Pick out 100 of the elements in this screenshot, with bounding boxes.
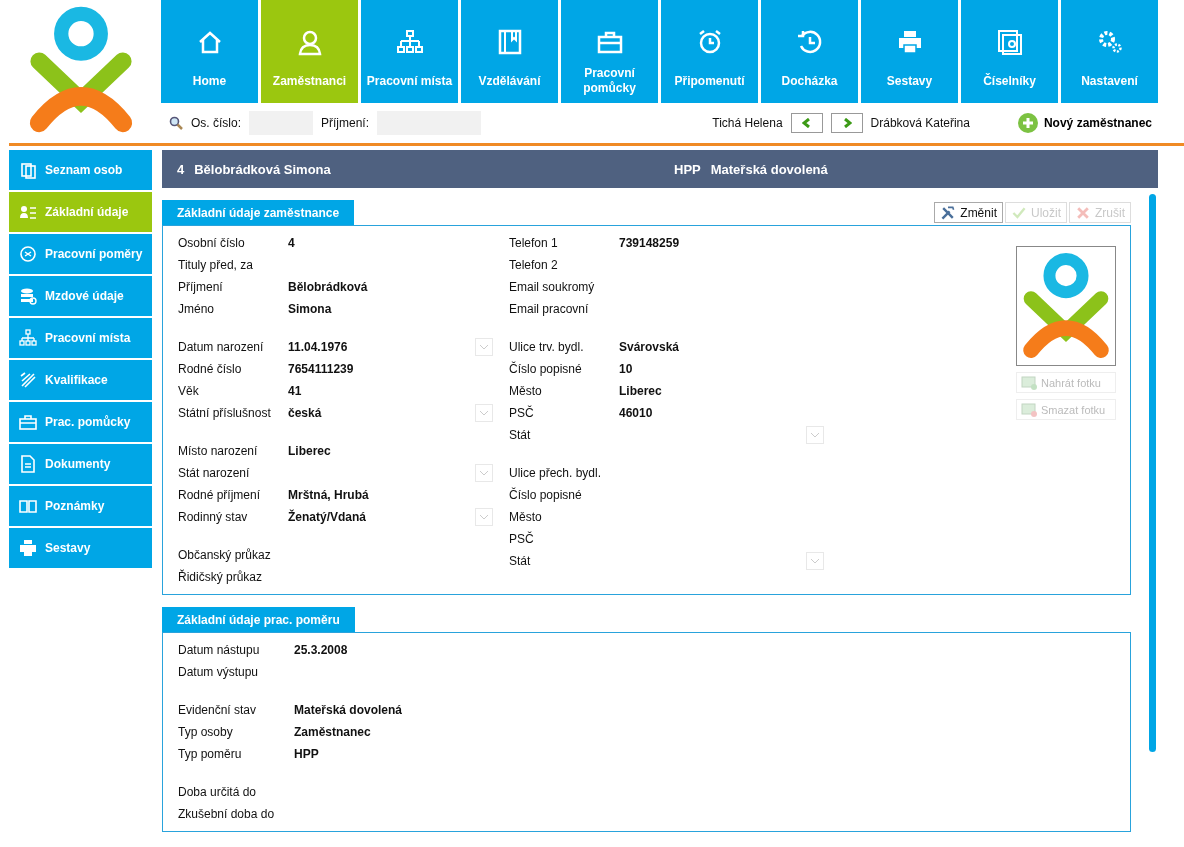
nav-tile[interactable]: Připomenutí: [661, 0, 758, 103]
field-label: Telefon 2: [509, 258, 559, 272]
field-value: 739148259: [619, 236, 680, 250]
field-value: Liberec: [288, 444, 331, 458]
dropdown-button[interactable]: [475, 404, 493, 422]
field-label: Ulice trv. bydl.: [509, 340, 585, 354]
field-label: Rodné příjmení: [178, 488, 262, 502]
org-chart-icon: [395, 28, 424, 56]
dropdown-button[interactable]: [475, 464, 493, 482]
employee-number: 4: [177, 161, 185, 177]
sidebar-item[interactable]: Seznam osob: [9, 150, 152, 190]
field-value: Mateřská dovolená: [294, 703, 403, 717]
sidebar-item[interactable]: Kvalifikace: [9, 360, 152, 400]
field-label: Občanský průkaz: [178, 548, 272, 562]
field-value: 10: [619, 362, 633, 376]
sidebar-item[interactable]: Pracovní poměry: [9, 234, 152, 274]
search-label: Os. číslo:: [191, 116, 241, 130]
nav-tile[interactable]: Pracovní pomůcky: [561, 0, 658, 103]
scrollbar[interactable]: [1149, 194, 1156, 752]
field-label: Zkušební doba do: [178, 807, 276, 821]
field-value: 46010: [619, 406, 653, 420]
add-icon: [1017, 113, 1038, 133]
document-icon: [19, 455, 37, 473]
field-label: PSČ: [509, 406, 535, 420]
toolbar-button[interactable]: Změnit: [934, 202, 1003, 223]
tools-icon: [940, 204, 957, 221]
field-value: 25.3.2008: [294, 643, 348, 657]
field-label: Číslo popisné: [509, 362, 583, 376]
chevron-icon: [479, 410, 489, 416]
dropdown-button[interactable]: [806, 426, 824, 444]
sidebar-item[interactable]: Pracovní místa: [9, 318, 152, 358]
field-label: Doba určitá do: [178, 785, 258, 799]
gear-window-icon: [995, 28, 1024, 56]
search-icon: [169, 116, 183, 130]
field-label: Stát: [509, 428, 532, 442]
sidebar-item[interactable]: Základní údaje: [9, 192, 152, 232]
field-value: Ženatý/Vdaná: [288, 510, 367, 524]
employment-type: HPP: [674, 161, 701, 177]
field-label: Rodné číslo: [178, 362, 243, 376]
nav-tile[interactable]: Zaměstnanci: [261, 0, 358, 103]
section-tab[interactable]: Základní údaje zaměstnance: [162, 200, 355, 225]
field-value: Svárovská: [619, 340, 680, 354]
field-label: Stát narození: [178, 466, 251, 480]
field-value: HPP: [294, 747, 319, 761]
nav-tile[interactable]: Home: [161, 0, 258, 103]
previous-button[interactable]: [790, 113, 823, 133]
field-value: 41: [288, 384, 302, 398]
field-label: Tituly před, za: [178, 258, 254, 272]
field-label: Datum výstupu: [178, 665, 260, 679]
field-label: Email soukromý: [509, 280, 596, 294]
field-label: Evidenční stav: [178, 703, 258, 717]
sidebar-item[interactable]: Sestavy: [9, 528, 152, 568]
nav-tile[interactable]: Sestavy: [861, 0, 958, 103]
field-label: Číslo popisné: [509, 488, 583, 502]
printer-icon: [19, 539, 37, 557]
field-value: 4: [288, 236, 295, 250]
employee-name: Bělobrádková Simona: [194, 161, 331, 177]
field-label: Místo narození: [178, 444, 259, 458]
new-employee-button[interactable]: Nový zaměstnanec: [1017, 113, 1152, 133]
field-value: česká: [288, 406, 322, 420]
sidebar-item[interactable]: Poznámky: [9, 486, 152, 526]
next-button[interactable]: [830, 113, 863, 133]
field-label: Rodinný stav: [178, 510, 249, 524]
chevron-icon: [479, 514, 489, 520]
person-list-icon: [19, 203, 37, 221]
next-employee-name: Drábková Kateřina: [870, 116, 970, 130]
toolbox-icon: [19, 413, 37, 431]
chevron-icon: [810, 558, 820, 564]
sidebar-item[interactable]: Prac. pomůcky: [9, 402, 152, 442]
nav-tile[interactable]: Docházka: [761, 0, 858, 103]
circle-icon: [19, 245, 37, 263]
field-label: Ulice přech. bydl.: [509, 466, 603, 480]
nav-tile[interactable]: Pracovní místa: [361, 0, 458, 103]
field-value: Liberec: [619, 384, 662, 398]
field-value: Simona: [288, 302, 332, 316]
field-label: Typ poměru: [178, 747, 243, 761]
field-value: 7654111239: [288, 362, 354, 376]
previous-employee-name: Tichá Helena: [712, 116, 783, 130]
field-label: Datum narození: [178, 340, 265, 354]
field-value: Bělobrádková: [288, 280, 368, 294]
section-tab[interactable]: Základní údaje prac. poměru: [162, 607, 355, 632]
field-label: Státní příslušnost: [178, 406, 272, 420]
org-chart-icon: [19, 329, 37, 347]
chevron-icon: [810, 432, 820, 438]
field-label: Věk: [178, 384, 200, 398]
dropdown-button[interactable]: [475, 338, 493, 356]
field-label: Příjmení: [178, 280, 224, 294]
sidebar-item[interactable]: Mzdové údaje: [9, 276, 152, 316]
dropdown-button[interactable]: [806, 552, 824, 570]
image-icon: [1021, 375, 1037, 390]
nav-tile[interactable]: Nastavení: [1061, 0, 1158, 103]
dropdown-button[interactable]: [475, 508, 493, 526]
field-value: Mrštná, Hrubá: [288, 488, 369, 502]
field-label: Řidičský průkaz: [178, 570, 264, 584]
sidebar-item[interactable]: Dokumenty: [9, 444, 152, 484]
nav-tile[interactable]: Číselníky: [961, 0, 1058, 103]
nav-tile[interactable]: Vzdělávání: [461, 0, 558, 103]
field-value: 11.04.1976: [288, 340, 348, 354]
chevron-icon: [479, 344, 489, 350]
field-label: PSČ: [509, 532, 535, 546]
